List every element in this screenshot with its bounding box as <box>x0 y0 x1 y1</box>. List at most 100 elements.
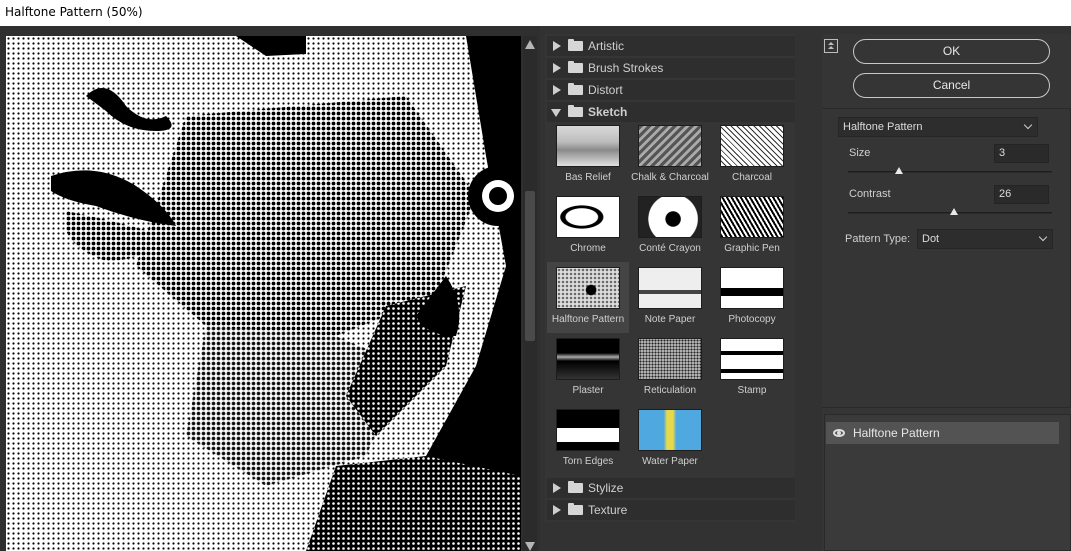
filter-thumb-conte-crayon[interactable]: Conté Crayon <box>629 191 711 262</box>
collapse-arrow-icon[interactable] <box>551 109 561 117</box>
expand-arrow-icon[interactable] <box>553 41 561 51</box>
filter-preview-image <box>638 338 702 380</box>
effect-layer-label: Halftone Pattern <box>853 426 940 440</box>
filter-thumb-plaster[interactable]: Plaster <box>547 333 629 404</box>
window-title-bar: Halftone Pattern (50%) <box>0 0 1071 26</box>
filter-thumb-chrome[interactable]: Chrome <box>547 191 629 262</box>
filter-thumb-charcoal[interactable]: Charcoal <box>711 120 793 191</box>
window-title: Halftone Pattern (50%) <box>5 5 143 19</box>
filter-gallery-panel: Artistic Brush Strokes Distort Sketch Ba… <box>545 34 795 522</box>
filter-preview-image <box>638 125 702 167</box>
contrast-input[interactable]: 26 <box>994 185 1049 204</box>
preview-area[interactable] <box>0 26 540 551</box>
category-texture[interactable]: Texture <box>547 500 795 520</box>
filter-label: Chrome <box>570 243 606 254</box>
filter-select[interactable]: Halftone Pattern <box>838 117 1038 137</box>
category-artistic[interactable]: Artistic <box>547 36 795 56</box>
folder-icon <box>568 61 583 73</box>
filter-thumb-graphic-pen[interactable]: Graphic Pen <box>711 191 793 262</box>
expand-arrow-icon[interactable] <box>553 63 561 73</box>
folder-icon <box>568 83 583 95</box>
preview-image[interactable] <box>6 36 521 551</box>
filter-preview-image <box>720 267 784 309</box>
filter-preview-image <box>556 338 620 380</box>
filter-label: Halftone Pattern <box>551 314 625 325</box>
pattern-type-value: Dot <box>922 233 940 245</box>
category-label: Distort <box>588 83 623 97</box>
category-distort[interactable]: Distort <box>547 80 795 100</box>
filter-preview-image <box>556 267 620 309</box>
filter-preview-image <box>720 338 784 380</box>
folder-icon <box>568 481 583 493</box>
size-slider[interactable] <box>848 167 1052 174</box>
filter-preview-image <box>720 125 784 167</box>
scroll-down-arrow-icon[interactable] <box>525 542 535 551</box>
category-stylize[interactable]: Stylize <box>547 478 795 498</box>
expand-arrow-icon[interactable] <box>553 85 561 95</box>
pattern-type-select[interactable]: Dot <box>917 229 1053 249</box>
category-label: Sketch <box>588 105 628 119</box>
expand-arrow-icon[interactable] <box>553 483 561 493</box>
filter-label: Conté Crayon <box>639 243 701 254</box>
filter-label: Charcoal <box>731 172 773 183</box>
filter-label: Reticulation <box>643 385 697 396</box>
effect-layer-row[interactable]: Halftone Pattern <box>826 422 1059 444</box>
filter-thumb-halftone-pattern[interactable]: Halftone Pattern <box>547 262 629 333</box>
filter-preview-image <box>638 409 702 451</box>
halftone-portrait-image <box>6 36 521 551</box>
category-brush-strokes[interactable]: Brush Strokes <box>547 58 795 78</box>
filter-thumb-torn-edges[interactable]: Torn Edges <box>547 404 629 475</box>
filter-preview-image <box>556 196 620 238</box>
chevron-down-icon <box>1038 232 1048 242</box>
settings-panel: OK Cancel Halftone Pattern Size 3 Contra… <box>822 34 1071 551</box>
size-slider-thumb[interactable] <box>895 167 903 174</box>
filter-label: Photocopy <box>728 314 776 325</box>
effect-layers-box: Halftone Pattern <box>824 414 1071 551</box>
filter-label: Water Paper <box>642 456 698 467</box>
cancel-button[interactable]: Cancel <box>853 73 1050 98</box>
size-label: Size <box>849 147 871 159</box>
filter-thumb-bas-relief[interactable]: Bas Relief <box>547 120 629 191</box>
collapse-gallery-icon[interactable] <box>824 39 838 53</box>
expand-arrow-icon[interactable] <box>553 505 561 515</box>
folder-icon <box>568 503 583 515</box>
filter-label: Stamp <box>737 385 767 396</box>
filter-thumb-chalk-charcoal[interactable]: Chalk & Charcoal <box>629 120 711 191</box>
filter-label: Graphic Pen <box>724 243 780 254</box>
contrast-slider-thumb[interactable] <box>950 208 959 215</box>
filter-preview-image <box>638 196 702 238</box>
category-label: Brush Strokes <box>588 61 664 75</box>
category-sketch[interactable]: Sketch <box>547 102 795 122</box>
filter-thumb-reticulation[interactable]: Reticulation <box>629 333 711 404</box>
pattern-type-label: Pattern Type: <box>845 233 911 245</box>
filter-label: Plaster <box>572 385 604 396</box>
filter-preview-image <box>556 125 620 167</box>
filter-thumb-water-paper[interactable]: Water Paper <box>629 404 711 475</box>
folder-open-icon <box>568 105 583 117</box>
filter-select-value: Halftone Pattern <box>843 121 923 133</box>
filter-label: Torn Edges <box>562 456 614 467</box>
filter-thumb-stamp[interactable]: Stamp <box>711 333 793 404</box>
category-label: Stylize <box>588 481 624 495</box>
filter-thumb-photocopy[interactable]: Photocopy <box>711 262 793 333</box>
filter-settings-box: Halftone Pattern Size 3 Contrast 26 Patt… <box>822 108 1071 408</box>
category-label: Artistic <box>588 39 624 53</box>
folder-icon <box>568 39 583 51</box>
scroll-up-arrow-icon[interactable] <box>525 40 535 49</box>
category-label: Texture <box>588 503 628 517</box>
filter-label: Chalk & Charcoal <box>631 172 709 183</box>
contrast-slider[interactable] <box>848 208 1052 215</box>
chevron-down-icon <box>1023 120 1033 130</box>
size-input[interactable]: 3 <box>994 144 1049 163</box>
filter-preview-image <box>556 409 620 451</box>
scrollbar-thumb[interactable] <box>525 191 535 341</box>
filter-preview-image <box>720 196 784 238</box>
preview-vertical-scrollbar[interactable] <box>523 36 537 551</box>
filter-label: Note Paper <box>644 314 696 325</box>
eye-icon[interactable] <box>833 429 845 437</box>
filter-thumb-note-paper[interactable]: Note Paper <box>629 262 711 333</box>
contrast-label: Contrast <box>849 188 891 200</box>
filter-label: Bas Relief <box>565 172 611 183</box>
filter-preview-image <box>638 267 702 309</box>
ok-button[interactable]: OK <box>853 39 1050 64</box>
